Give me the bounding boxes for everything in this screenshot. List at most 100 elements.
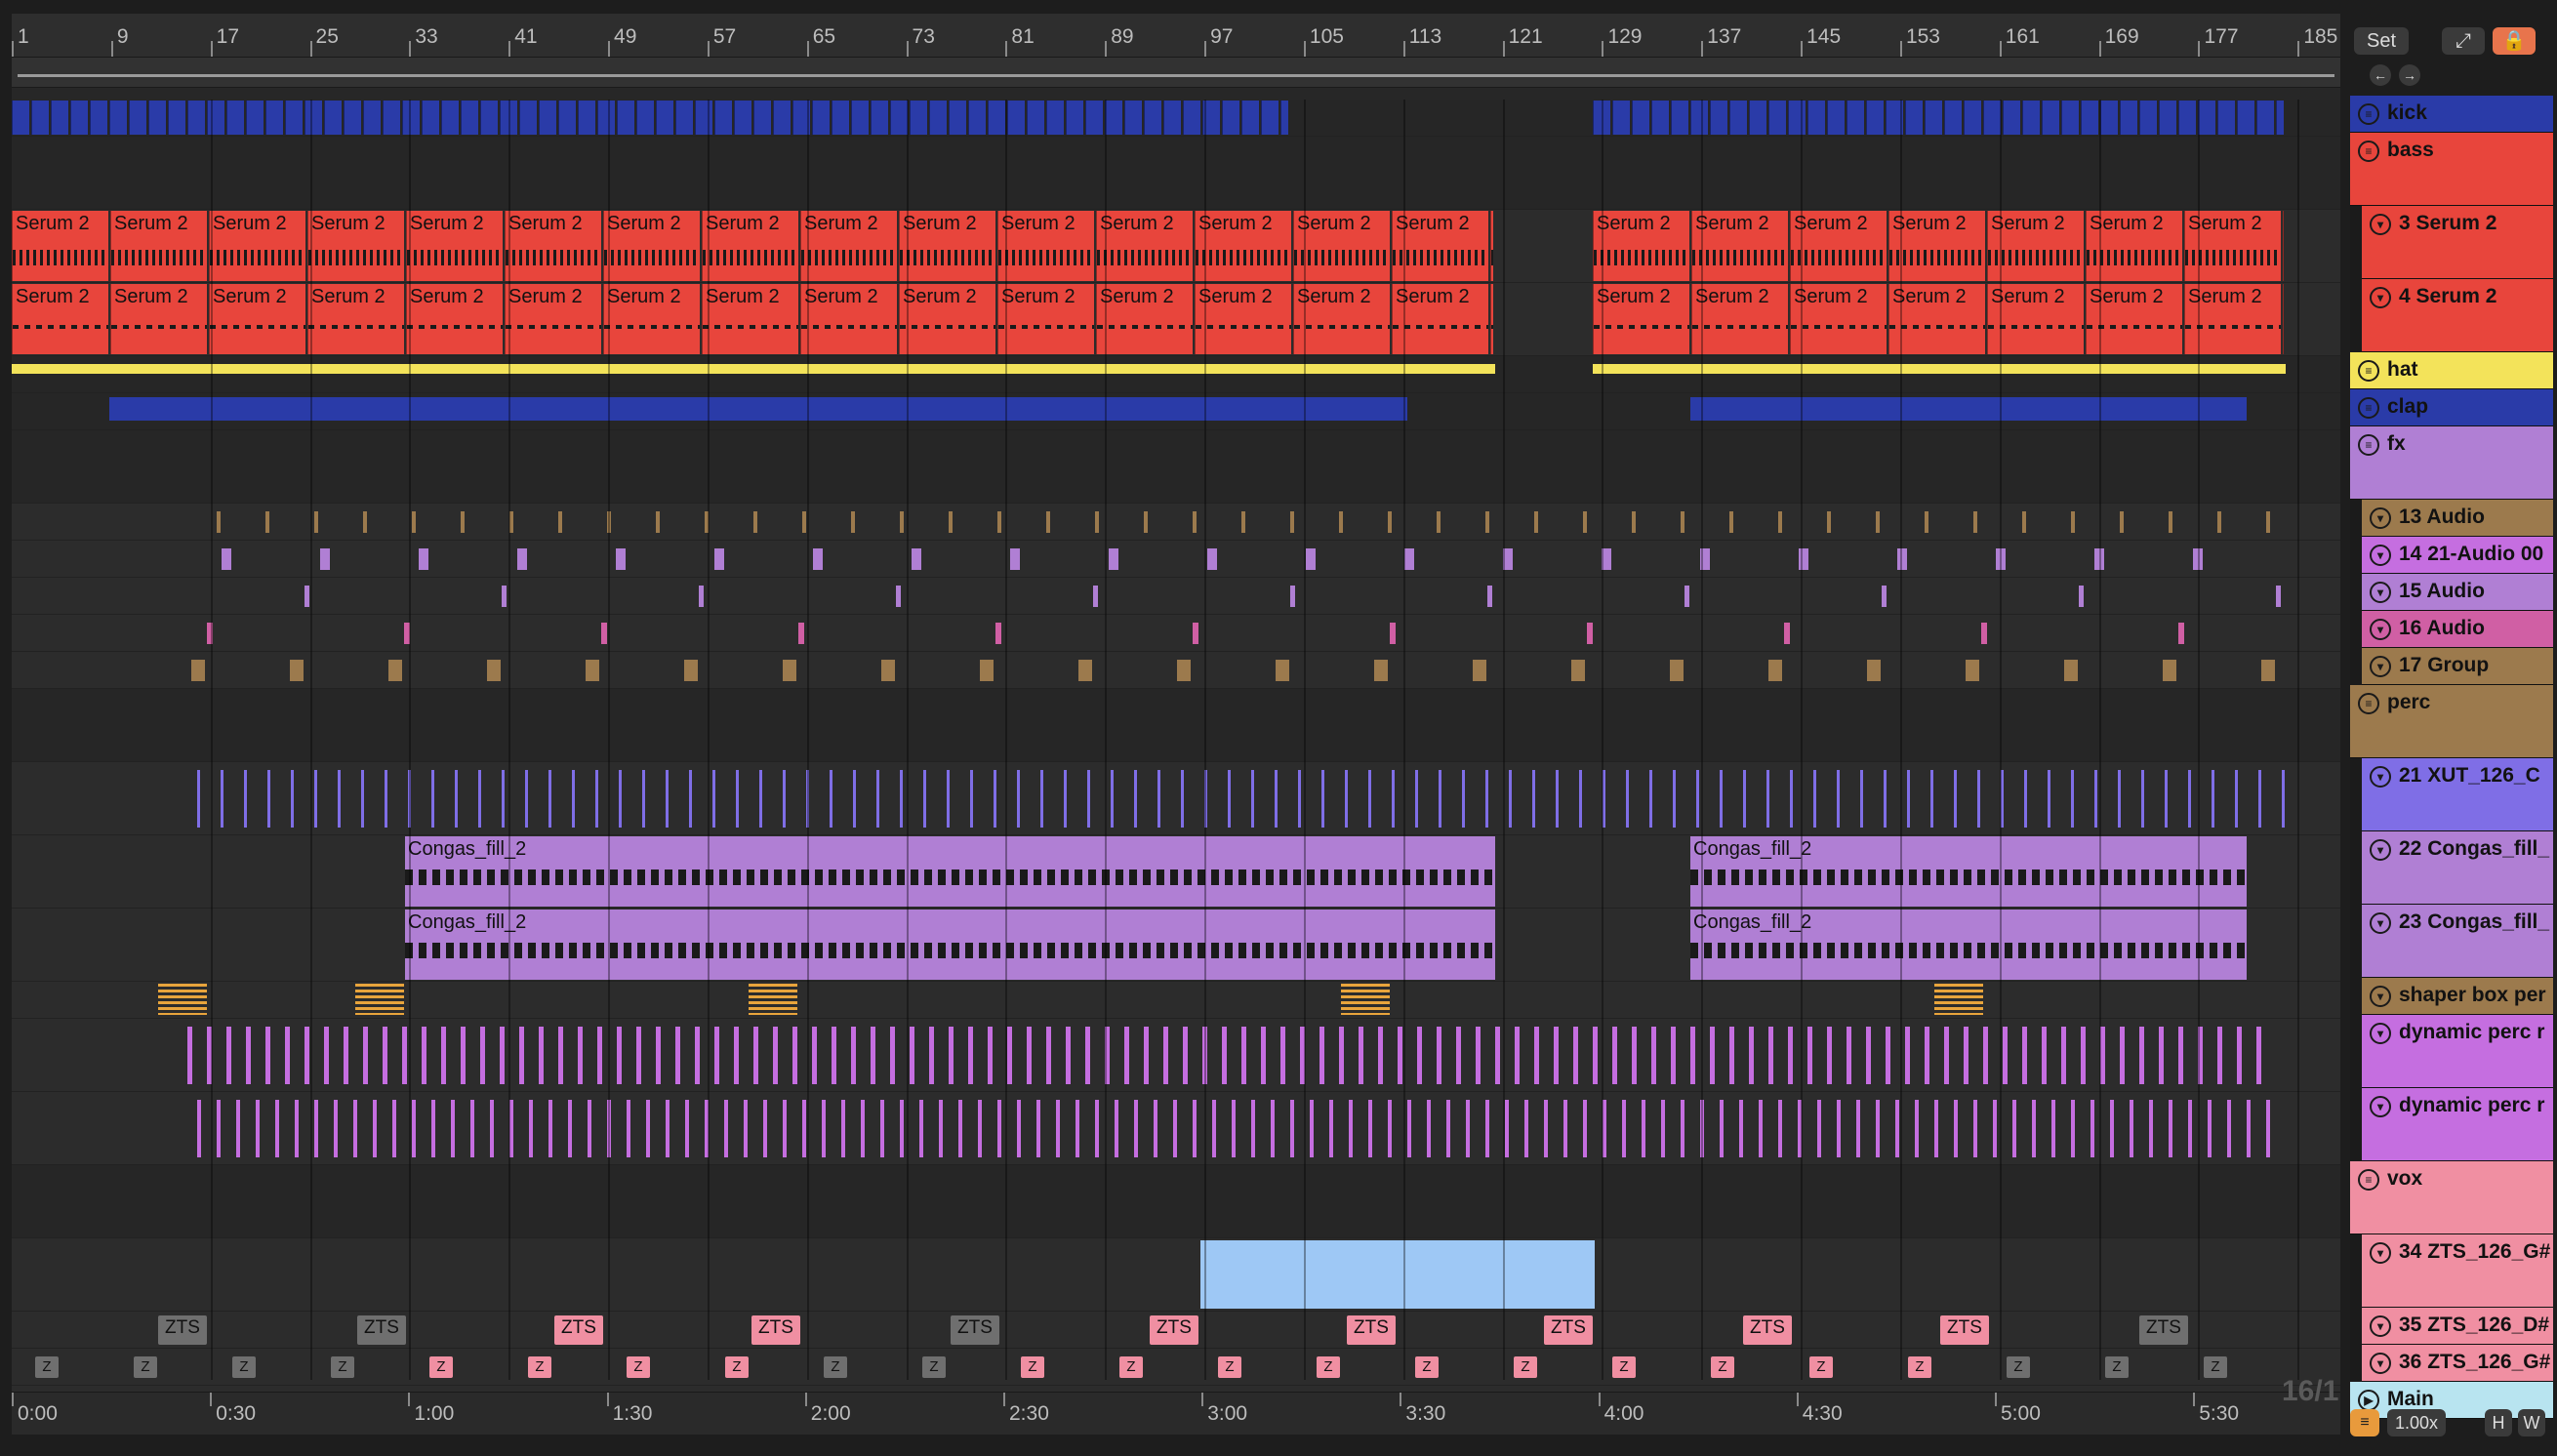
- kick-clip[interactable]: [832, 101, 849, 135]
- kick-clip[interactable]: [2276, 101, 2284, 135]
- track-header[interactable]: ▾ shaper box per: [2362, 978, 2553, 1015]
- xut-hit[interactable]: [595, 770, 598, 828]
- xut-hit[interactable]: [2165, 770, 2168, 828]
- track-header[interactable]: ▾ 21 XUT_126_C: [2362, 758, 2553, 831]
- kick-clip[interactable]: [851, 101, 869, 135]
- audio-hit[interactable]: [2266, 511, 2270, 533]
- dynamic-perc-hit[interactable]: [1280, 1027, 1285, 1084]
- kick-clip[interactable]: [2198, 101, 2215, 135]
- dynamic-perc-hit[interactable]: [1456, 1027, 1461, 1084]
- audio-hit[interactable]: [1973, 511, 1977, 533]
- zts-small-clip[interactable]: Z: [1119, 1356, 1143, 1378]
- audio-hit[interactable]: [1882, 586, 1887, 607]
- xut-hit[interactable]: [1813, 770, 1816, 828]
- dynamic-perc-hit[interactable]: [1671, 1027, 1676, 1084]
- group-hit[interactable]: [2163, 660, 2176, 681]
- audio-hit[interactable]: [2120, 511, 2124, 533]
- serum-clip[interactable]: Serum 2: [406, 211, 503, 281]
- dynamic-perc-hit[interactable]: [2110, 1100, 2114, 1157]
- track-header[interactable]: ▾ 13 Audio: [2362, 500, 2553, 537]
- track-lane[interactable]: [12, 356, 2340, 393]
- audio-hit[interactable]: [1109, 548, 1118, 570]
- zts-clip[interactable]: ZTS: [951, 1315, 999, 1345]
- kick-clip[interactable]: [1905, 101, 1923, 135]
- dynamic-perc-hit[interactable]: [265, 1027, 270, 1084]
- kick-clip[interactable]: [12, 101, 29, 135]
- group-hit[interactable]: [980, 660, 994, 681]
- dynamic-perc-hit[interactable]: [1720, 1100, 1724, 1157]
- serum-clip[interactable]: Serum 2: [1888, 211, 1985, 281]
- dynamic-perc-hit[interactable]: [1036, 1100, 1040, 1157]
- group-hit[interactable]: [388, 660, 402, 681]
- dynamic-perc-hit[interactable]: [1290, 1100, 1294, 1157]
- track-header[interactable]: ≡ kick: [2350, 96, 2553, 133]
- track-lane[interactable]: ZZZZZZZZZZZZZZZZZZZZZZZ: [12, 1349, 2340, 1386]
- dynamic-perc-hit[interactable]: [763, 1100, 767, 1157]
- xut-hit[interactable]: [1251, 770, 1254, 828]
- kick-clip[interactable]: [383, 101, 400, 135]
- dynamic-perc-hit[interactable]: [2169, 1100, 2172, 1157]
- dynamic-perc-hit[interactable]: [1534, 1027, 1539, 1084]
- dynamic-perc-hit[interactable]: [1046, 1027, 1051, 1084]
- dynamic-perc-hit[interactable]: [1710, 1027, 1715, 1084]
- kick-clip[interactable]: [2061, 101, 2079, 135]
- kick-clip[interactable]: [1183, 101, 1200, 135]
- xut-hit[interactable]: [1977, 770, 1980, 828]
- dynamic-perc-hit[interactable]: [1837, 1100, 1841, 1157]
- audio-hit[interactable]: [753, 511, 757, 533]
- back-arrow-icon[interactable]: ←: [2370, 64, 2391, 86]
- dynamic-perc-hit[interactable]: [744, 1100, 748, 1157]
- fold-icon[interactable]: ▾: [2370, 1023, 2391, 1044]
- kick-clip[interactable]: [1847, 101, 1864, 135]
- track-lane[interactable]: [12, 1165, 2340, 1238]
- kick-clip[interactable]: [2159, 101, 2176, 135]
- kick-clip[interactable]: [1983, 101, 2001, 135]
- xut-hit[interactable]: [2282, 770, 2285, 828]
- dynamic-perc-hit[interactable]: [997, 1100, 1001, 1157]
- audio-hit[interactable]: [1437, 511, 1441, 533]
- kick-clip[interactable]: [109, 101, 127, 135]
- kick-clip[interactable]: [1964, 101, 1981, 135]
- dynamic-perc-hit[interactable]: [1085, 1027, 1090, 1084]
- dynamic-perc-hit[interactable]: [1778, 1100, 1782, 1157]
- xut-hit[interactable]: [1368, 770, 1371, 828]
- xut-hit[interactable]: [1860, 770, 1863, 828]
- zts-small-clip[interactable]: Z: [1809, 1356, 1833, 1378]
- dynamic-perc-hit[interactable]: [2100, 1027, 2105, 1084]
- fold-icon[interactable]: ▾: [2370, 619, 2391, 640]
- dynamic-perc-hit[interactable]: [275, 1100, 279, 1157]
- dynamic-perc-hit[interactable]: [2139, 1027, 2144, 1084]
- dynamic-perc-hit[interactable]: [978, 1100, 982, 1157]
- dynamic-perc-hit[interactable]: [236, 1100, 240, 1157]
- dynamic-perc-hit[interactable]: [832, 1027, 836, 1084]
- lock-icon[interactable]: 🔒: [2493, 27, 2536, 55]
- serum-clip[interactable]: Serum 2: [1096, 211, 1193, 281]
- xut-hit[interactable]: [1345, 770, 1348, 828]
- dynamic-perc-hit[interactable]: [1876, 1100, 1880, 1157]
- dynamic-perc-hit[interactable]: [324, 1027, 329, 1084]
- group-hit[interactable]: [1768, 660, 1782, 681]
- xut-hit[interactable]: [1907, 770, 1910, 828]
- kick-clip[interactable]: [2120, 101, 2137, 135]
- dynamic-perc-hit[interactable]: [636, 1027, 641, 1084]
- dynamic-perc-hit[interactable]: [422, 1027, 426, 1084]
- dynamic-perc-hit[interactable]: [734, 1027, 739, 1084]
- dynamic-perc-hit[interactable]: [2120, 1027, 2125, 1084]
- track-lane[interactable]: [12, 100, 2340, 137]
- dynamic-perc-hit[interactable]: [783, 1100, 787, 1157]
- dynamic-perc-hit[interactable]: [646, 1100, 650, 1157]
- track-lane[interactable]: Congas_fill_2 Congas_fill_2: [12, 835, 2340, 909]
- kick-clip[interactable]: [1651, 101, 1669, 135]
- dynamic-perc-hit[interactable]: [1827, 1027, 1832, 1084]
- xut-hit[interactable]: [1509, 770, 1512, 828]
- serum-clip[interactable]: Serum 2: [406, 284, 503, 354]
- audio-hit[interactable]: [601, 623, 607, 644]
- audio-hit[interactable]: [2022, 511, 2026, 533]
- dynamic-perc-hit[interactable]: [666, 1100, 670, 1157]
- xut-hit[interactable]: [2212, 770, 2214, 828]
- track-lane[interactable]: [12, 393, 2340, 430]
- dynamic-perc-hit[interactable]: [461, 1027, 466, 1084]
- serum-clip[interactable]: Serum 2: [1888, 284, 1985, 354]
- fold-icon[interactable]: ▾: [2370, 545, 2391, 566]
- kick-clip[interactable]: [1729, 101, 1747, 135]
